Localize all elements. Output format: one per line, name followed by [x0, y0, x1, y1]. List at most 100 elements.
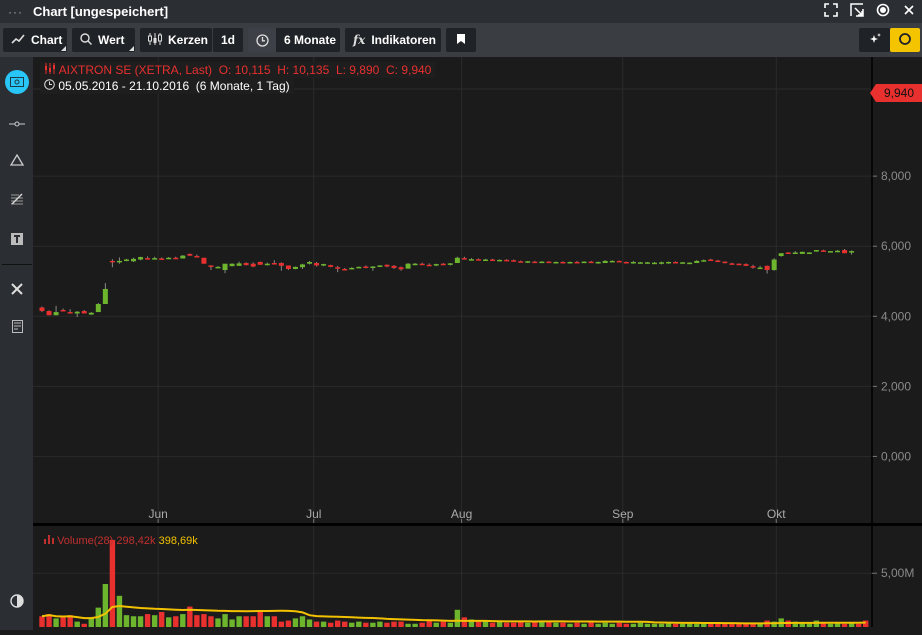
money-icon — [10, 75, 24, 90]
candle — [391, 265, 397, 269]
instrument-name[interactable]: AIXTRON SE (XETRA, Last) — [59, 63, 212, 77]
sidebar-item-shapes[interactable] — [6, 150, 28, 172]
range-button[interactable]: 6 Monate — [248, 28, 340, 52]
volume-bar — [88, 618, 94, 627]
bookmark-button[interactable] — [446, 28, 476, 52]
candle-body — [123, 259, 129, 262]
volume-name[interactable]: Volume(28) — [57, 535, 113, 547]
candle — [616, 260, 622, 263]
volume-bar — [433, 622, 439, 627]
clock-icon — [44, 79, 55, 93]
volume-bar — [151, 615, 158, 627]
wert-button[interactable]: Wert — [72, 28, 135, 52]
candle-body — [694, 260, 700, 264]
candle-body — [666, 261, 672, 264]
candle-body — [687, 262, 693, 265]
volume-bar — [510, 622, 517, 627]
candle — [827, 251, 833, 253]
candle — [574, 260, 580, 264]
candle-body — [278, 263, 284, 266]
theme-button[interactable] — [890, 28, 920, 52]
candle — [806, 252, 812, 255]
candle-body — [229, 263, 235, 267]
candle — [799, 251, 805, 254]
bookmark-icon — [457, 33, 465, 47]
candle — [349, 267, 355, 270]
sidebar-item-horizontal-line[interactable] — [6, 111, 28, 133]
sidebar-item-text[interactable] — [6, 229, 28, 251]
candle — [405, 263, 411, 269]
candle-body — [433, 264, 439, 266]
candle-body — [131, 258, 137, 262]
volume-bar — [419, 622, 425, 627]
undock-icon[interactable] — [850, 3, 864, 17]
volume-bar — [278, 621, 285, 627]
chart-area[interactable]: 8,000 6,000 4,000 2,000 0,000 Jun Jul Aug Sep Okt… — [33, 57, 922, 630]
volume-bar — [722, 623, 728, 627]
candle — [813, 250, 819, 252]
high-value: H: 10,135 — [277, 63, 330, 77]
candle-body — [778, 253, 784, 257]
candlestick-icon — [148, 32, 162, 48]
candle — [820, 249, 826, 252]
candle — [321, 263, 327, 267]
fx-icon: fx — [353, 33, 366, 47]
fullscreen-icon[interactable] — [824, 3, 838, 17]
candle — [511, 259, 517, 262]
price-tick-label: 8,000 — [881, 169, 911, 183]
sidebar-item-chart-data[interactable] — [5, 70, 29, 94]
candle-body — [609, 260, 615, 263]
volume-bar — [53, 618, 59, 627]
search-icon — [80, 32, 92, 48]
close-value: C: 9,940 — [385, 63, 432, 77]
sidebar-item-tools[interactable] — [6, 279, 28, 301]
ellipsis-icon[interactable]: ··· — [8, 5, 23, 19]
candle — [468, 258, 474, 261]
candles-button[interactable]: Kerzen — [140, 28, 212, 52]
candle — [504, 259, 510, 262]
candle — [81, 309, 87, 314]
volume-bar — [651, 623, 658, 627]
record-icon[interactable] — [876, 3, 890, 17]
contrast-icon — [10, 593, 24, 611]
volume-bar — [827, 623, 834, 627]
indicators-button[interactable]: fx Indikatoren — [345, 28, 441, 52]
magic-button[interactable] — [859, 28, 890, 52]
candle — [292, 266, 298, 270]
candle — [567, 261, 573, 264]
candle — [651, 261, 657, 265]
interval-button[interactable]: 1d — [213, 28, 243, 52]
chart-type-button[interactable]: Chart — [3, 28, 67, 52]
candle — [335, 265, 341, 273]
candle — [370, 266, 376, 271]
candle-body — [454, 257, 460, 264]
time-tick-label: Okt — [767, 507, 786, 521]
volume-bar — [679, 623, 686, 627]
candle-body — [412, 263, 418, 266]
candle — [623, 261, 629, 264]
volume-bar — [327, 622, 334, 627]
candle-body — [102, 288, 108, 305]
candle-body — [644, 262, 650, 264]
candle — [729, 262, 735, 265]
candle — [271, 260, 277, 265]
candle-body — [39, 307, 45, 312]
candle — [342, 267, 348, 271]
candle — [201, 257, 207, 264]
candle — [145, 256, 151, 260]
candle — [553, 261, 559, 264]
candle-body — [722, 261, 728, 264]
candle-body — [553, 261, 559, 264]
candle — [285, 265, 291, 271]
candle-body — [785, 252, 791, 255]
candle-body — [314, 263, 320, 266]
volume-legend: Volume(28) 298,42k 398,69k — [40, 533, 202, 549]
volume-bar — [257, 611, 263, 627]
candle-body — [60, 309, 66, 312]
candle-body — [546, 261, 552, 264]
sidebar-item-templates[interactable] — [6, 317, 28, 339]
sidebar-item-contrast[interactable] — [6, 591, 28, 613]
sidebar-item-fibonacci[interactable] — [6, 189, 28, 211]
close-icon[interactable] — [902, 3, 916, 17]
text-icon — [11, 232, 23, 248]
